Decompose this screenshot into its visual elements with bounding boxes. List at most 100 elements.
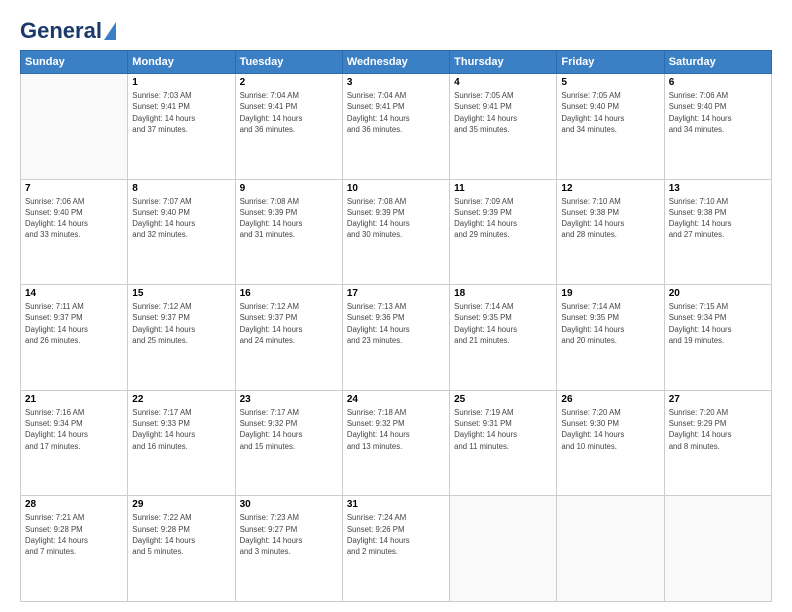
weekday-wednesday: Wednesday: [342, 51, 449, 74]
day-info: Sunrise: 7:10 AM Sunset: 9:38 PM Dayligh…: [561, 196, 659, 241]
day-info: Sunrise: 7:03 AM Sunset: 9:41 PM Dayligh…: [132, 90, 230, 135]
calendar-cell: [21, 74, 128, 180]
day-info: Sunrise: 7:06 AM Sunset: 9:40 PM Dayligh…: [25, 196, 123, 241]
day-info: Sunrise: 7:10 AM Sunset: 9:38 PM Dayligh…: [669, 196, 767, 241]
calendar-cell: 18 Sunrise: 7:14 AM Sunset: 9:35 PM Dayli…: [450, 285, 557, 391]
calendar-cell: 22 Sunrise: 7:17 AM Sunset: 9:33 PM Dayli…: [128, 390, 235, 496]
day-info: Sunrise: 7:09 AM Sunset: 9:39 PM Dayligh…: [454, 196, 552, 241]
day-number: 27: [669, 394, 767, 405]
day-number: 3: [347, 77, 445, 88]
day-info: Sunrise: 7:14 AM Sunset: 9:35 PM Dayligh…: [454, 301, 552, 346]
day-info: Sunrise: 7:08 AM Sunset: 9:39 PM Dayligh…: [240, 196, 338, 241]
calendar-cell: 20 Sunrise: 7:15 AM Sunset: 9:34 PM Dayli…: [664, 285, 771, 391]
day-number: 28: [25, 499, 123, 510]
calendar-cell: 25Sunrise: 7:19 AM Sunset: 9:31 PM Dayli…: [450, 390, 557, 496]
day-number: 18: [454, 288, 552, 299]
day-info: Sunrise: 7:05 AM Sunset: 9:40 PM Dayligh…: [561, 90, 659, 135]
day-info: Sunrise: 7:05 AM Sunset: 9:41 PM Dayligh…: [454, 90, 552, 135]
weekday-saturday: Saturday: [664, 51, 771, 74]
day-number: 8: [132, 183, 230, 194]
calendar-cell: 17 Sunrise: 7:13 AM Sunset: 9:36 PM Dayli…: [342, 285, 449, 391]
day-number: 31: [347, 499, 445, 510]
calendar-cell: 9 Sunrise: 7:08 AM Sunset: 9:39 PM Daylig…: [235, 179, 342, 285]
calendar-cell: 12 Sunrise: 7:10 AM Sunset: 9:38 PM Dayli…: [557, 179, 664, 285]
day-number: 29: [132, 499, 230, 510]
day-info: Sunrise: 7:15 AM Sunset: 9:34 PM Dayligh…: [669, 301, 767, 346]
day-info: Sunrise: 7:17 AM Sunset: 9:32 PM Dayligh…: [240, 407, 338, 452]
day-number: 6: [669, 77, 767, 88]
day-number: 11: [454, 183, 552, 194]
weekday-monday: Monday: [128, 51, 235, 74]
day-info: Sunrise: 7:14 AM Sunset: 9:35 PM Dayligh…: [561, 301, 659, 346]
day-number: 14: [25, 288, 123, 299]
day-number: 16: [240, 288, 338, 299]
calendar-cell: 31 Sunrise: 7:24 AM Sunset: 9:26 PM Dayli…: [342, 496, 449, 602]
calendar-cell: [664, 496, 771, 602]
day-info: Sunrise: 7:12 AM Sunset: 9:37 PM Dayligh…: [132, 301, 230, 346]
calendar-cell: 1Sunrise: 7:03 AM Sunset: 9:41 PM Daylig…: [128, 74, 235, 180]
logo: General: [20, 18, 116, 40]
day-info: Sunrise: 7:16 AM Sunset: 9:34 PM Dayligh…: [25, 407, 123, 452]
weekday-friday: Friday: [557, 51, 664, 74]
header: General: [20, 18, 772, 40]
weekday-thursday: Thursday: [450, 51, 557, 74]
logo-general: General: [20, 18, 102, 44]
day-info: Sunrise: 7:23 AM Sunset: 9:27 PM Dayligh…: [240, 512, 338, 557]
day-info: Sunrise: 7:20 AM Sunset: 9:29 PM Dayligh…: [669, 407, 767, 452]
calendar-cell: 26Sunrise: 7:20 AM Sunset: 9:30 PM Dayli…: [557, 390, 664, 496]
calendar-cell: 3 Sunrise: 7:04 AM Sunset: 9:41 PM Daylig…: [342, 74, 449, 180]
day-info: Sunrise: 7:11 AM Sunset: 9:37 PM Dayligh…: [25, 301, 123, 346]
day-number: 21: [25, 394, 123, 405]
day-info: Sunrise: 7:21 AM Sunset: 9:28 PM Dayligh…: [25, 512, 123, 557]
day-number: 19: [561, 288, 659, 299]
calendar-cell: [450, 496, 557, 602]
weekday-header-row: SundayMondayTuesdayWednesdayThursdayFrid…: [21, 51, 772, 74]
day-number: 4: [454, 77, 552, 88]
day-number: 10: [347, 183, 445, 194]
page: General SundayMondayTuesdayWednesdayThur…: [0, 0, 792, 612]
calendar-cell: [557, 496, 664, 602]
calendar-cell: 8 Sunrise: 7:07 AM Sunset: 9:40 PM Daylig…: [128, 179, 235, 285]
day-number: 26: [561, 394, 659, 405]
week-row-2: 14 Sunrise: 7:11 AM Sunset: 9:37 PM Dayli…: [21, 285, 772, 391]
day-number: 2: [240, 77, 338, 88]
weekday-sunday: Sunday: [21, 51, 128, 74]
calendar-cell: 13 Sunrise: 7:10 AM Sunset: 9:38 PM Dayli…: [664, 179, 771, 285]
calendar-cell: 2 Sunrise: 7:04 AM Sunset: 9:41 PM Daylig…: [235, 74, 342, 180]
day-info: Sunrise: 7:07 AM Sunset: 9:40 PM Dayligh…: [132, 196, 230, 241]
week-row-3: 21 Sunrise: 7:16 AM Sunset: 9:34 PM Dayli…: [21, 390, 772, 496]
calendar-cell: 23Sunrise: 7:17 AM Sunset: 9:32 PM Dayli…: [235, 390, 342, 496]
day-number: 20: [669, 288, 767, 299]
day-number: 13: [669, 183, 767, 194]
day-info: Sunrise: 7:12 AM Sunset: 9:37 PM Dayligh…: [240, 301, 338, 346]
calendar-cell: 30Sunrise: 7:23 AM Sunset: 9:27 PM Dayli…: [235, 496, 342, 602]
week-row-0: 1Sunrise: 7:03 AM Sunset: 9:41 PM Daylig…: [21, 74, 772, 180]
calendar-table: SundayMondayTuesdayWednesdayThursdayFrid…: [20, 50, 772, 602]
calendar-cell: 16 Sunrise: 7:12 AM Sunset: 9:37 PM Dayli…: [235, 285, 342, 391]
day-number: 7: [25, 183, 123, 194]
calendar-cell: 7 Sunrise: 7:06 AM Sunset: 9:40 PM Daylig…: [21, 179, 128, 285]
day-info: Sunrise: 7:19 AM Sunset: 9:31 PM Dayligh…: [454, 407, 552, 452]
day-info: Sunrise: 7:04 AM Sunset: 9:41 PM Dayligh…: [347, 90, 445, 135]
day-number: 9: [240, 183, 338, 194]
day-info: Sunrise: 7:08 AM Sunset: 9:39 PM Dayligh…: [347, 196, 445, 241]
day-info: Sunrise: 7:22 AM Sunset: 9:28 PM Dayligh…: [132, 512, 230, 557]
calendar-cell: 5 Sunrise: 7:05 AM Sunset: 9:40 PM Daylig…: [557, 74, 664, 180]
day-info: Sunrise: 7:24 AM Sunset: 9:26 PM Dayligh…: [347, 512, 445, 557]
calendar-cell: 11 Sunrise: 7:09 AM Sunset: 9:39 PM Dayli…: [450, 179, 557, 285]
day-info: Sunrise: 7:13 AM Sunset: 9:36 PM Dayligh…: [347, 301, 445, 346]
day-number: 22: [132, 394, 230, 405]
calendar-cell: 6Sunrise: 7:06 AM Sunset: 9:40 PM Daylig…: [664, 74, 771, 180]
day-number: 17: [347, 288, 445, 299]
day-number: 12: [561, 183, 659, 194]
day-info: Sunrise: 7:17 AM Sunset: 9:33 PM Dayligh…: [132, 407, 230, 452]
calendar-cell: 24 Sunrise: 7:18 AM Sunset: 9:32 PM Dayli…: [342, 390, 449, 496]
calendar-cell: 14 Sunrise: 7:11 AM Sunset: 9:37 PM Dayli…: [21, 285, 128, 391]
day-info: Sunrise: 7:18 AM Sunset: 9:32 PM Dayligh…: [347, 407, 445, 452]
day-info: Sunrise: 7:04 AM Sunset: 9:41 PM Dayligh…: [240, 90, 338, 135]
day-number: 5: [561, 77, 659, 88]
calendar-cell: 15Sunrise: 7:12 AM Sunset: 9:37 PM Dayli…: [128, 285, 235, 391]
calendar-cell: 19 Sunrise: 7:14 AM Sunset: 9:35 PM Dayli…: [557, 285, 664, 391]
day-number: 24: [347, 394, 445, 405]
week-row-4: 28 Sunrise: 7:21 AM Sunset: 9:28 PM Dayli…: [21, 496, 772, 602]
